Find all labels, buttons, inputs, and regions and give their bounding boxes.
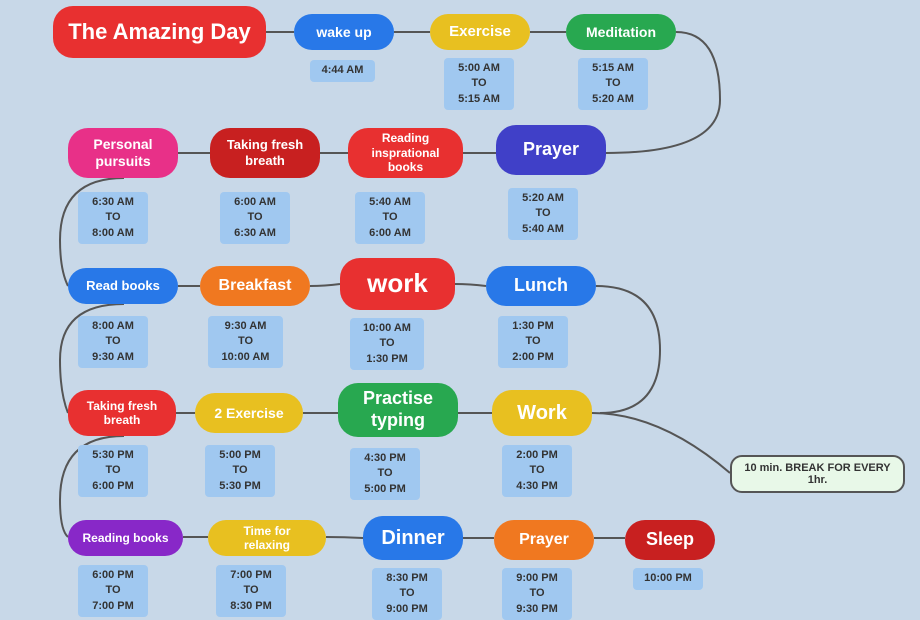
node-readbooks: Read books xyxy=(68,268,178,304)
node-prayer2: Prayer xyxy=(494,520,594,560)
node-prayer1: Prayer xyxy=(496,125,606,175)
node-freshbreath2: Taking fresh breath xyxy=(68,390,176,436)
time-badge-t-readingbooks2: 6:00 PM TO 7:00 PM xyxy=(78,565,148,617)
node-exercise1: Exercise xyxy=(430,14,530,50)
time-badge-t-personal: 6:30 AM TO 8:00 AM xyxy=(78,192,148,244)
node-practise: Practise typing xyxy=(338,383,458,437)
time-badge-t-relaxing: 7:00 PM TO 8:30 PM xyxy=(216,565,286,617)
node-meditation: Meditation xyxy=(566,14,676,50)
node-breakfast: Breakfast xyxy=(200,266,310,306)
time-badge-t-readingbooks: 5:40 AM TO 6:00 AM xyxy=(355,192,425,244)
node-readingbooks2: Reading books xyxy=(68,520,183,556)
break-badge: 10 min. BREAK FOR EVERY 1hr. xyxy=(730,455,905,493)
node-dinner: Dinner xyxy=(363,516,463,560)
time-badge-t-work1: 10:00 AM TO 1:30 PM xyxy=(350,318,424,370)
node-personal: Personal pursuits xyxy=(68,128,178,178)
time-badge-t-dinner: 8:30 PM TO 9:00 PM xyxy=(372,568,442,620)
time-badge-t-meditation: 5:15 AM TO 5:20 AM xyxy=(578,58,648,110)
time-badge-t-freshbreath1: 6:00 AM TO 6:30 AM xyxy=(220,192,290,244)
time-badge-t-lunch: 1:30 PM TO 2:00 PM xyxy=(498,316,568,368)
time-badge-t-exercise1: 5:00 AM TO 5:15 AM xyxy=(444,58,514,110)
time-badge-t-exercise2: 5:00 PM TO 5:30 PM xyxy=(205,445,275,497)
node-exercise2: 2 Exercise xyxy=(195,393,303,433)
node-wakeup: wake up xyxy=(294,14,394,50)
time-badge-t-practise: 4:30 PM TO 5:00 PM xyxy=(350,448,420,500)
node-work1: work xyxy=(340,258,455,310)
node-relaxing: Time for relaxing xyxy=(208,520,326,556)
node-lunch: Lunch xyxy=(486,266,596,306)
node-readingbooks: Reading insprational books xyxy=(348,128,463,178)
node-freshbreath1: Taking fresh breath xyxy=(210,128,320,178)
time-badge-t-wakeup: 4:44 AM xyxy=(310,60,375,82)
time-badge-t-readbooks: 8:00 AM TO 9:30 AM xyxy=(78,316,148,368)
time-badge-t-sleep: 10:00 PM xyxy=(633,568,703,590)
node-title: The Amazing Day xyxy=(53,6,266,58)
time-badge-t-work2: 2:00 PM TO 4:30 PM xyxy=(502,445,572,497)
time-badge-t-freshbreath2: 5:30 PM TO 6:00 PM xyxy=(78,445,148,497)
node-work2: Work xyxy=(492,390,592,436)
node-sleep: Sleep xyxy=(625,520,715,560)
time-badge-t-prayer1: 5:20 AM TO 5:40 AM xyxy=(508,188,578,240)
time-badge-t-breakfast: 9:30 AM TO 10:00 AM xyxy=(208,316,283,368)
time-badge-t-prayer2: 9:00 PM TO 9:30 PM xyxy=(502,568,572,620)
